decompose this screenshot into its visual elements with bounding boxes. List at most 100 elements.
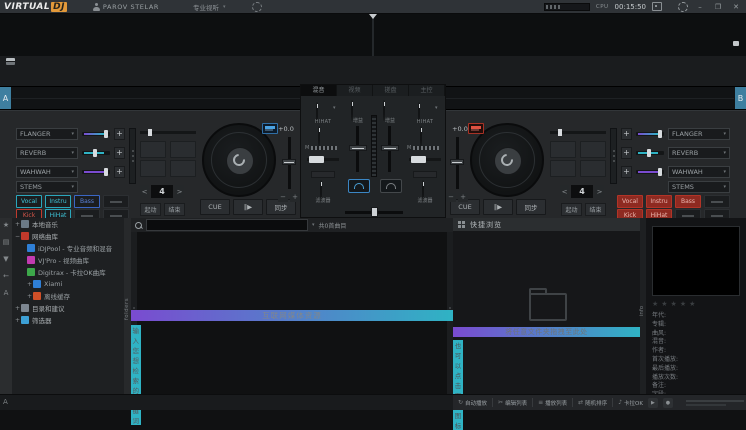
shortcuts-dropzone[interactable]: 将任意文件夹拖拽至此处 也可以点击下面图标 [453, 231, 640, 394]
deck-mini-slider[interactable] [550, 128, 606, 137]
fx-slot-2-slider[interactable] [82, 147, 110, 159]
fx-slot-2-dropdown[interactable]: REVERB ▾ [16, 147, 78, 159]
fx-slot-2-add-button[interactable]: + [621, 147, 632, 159]
option-dot-icon[interactable]: ● [663, 398, 673, 408]
waveform-panel[interactable] [0, 14, 746, 56]
perf-pad[interactable] [580, 160, 606, 177]
info-splitter[interactable]: info [640, 218, 646, 394]
stem-pad-vocal[interactable]: Vocal [16, 195, 42, 208]
loop-size-value[interactable]: 4 [571, 185, 593, 198]
fx-slot-1-dropdown[interactable]: FLANGER ▾ [16, 128, 78, 140]
aux-knob[interactable] [318, 126, 320, 147]
deck-side-handle[interactable] [129, 128, 136, 184]
play-pause-button[interactable]: ‖▶ [483, 199, 513, 215]
search-input[interactable] [146, 219, 308, 231]
shuffle-button[interactable]: ⇄随机排序 [578, 399, 607, 407]
wave-corner-icon[interactable] [733, 41, 739, 46]
perf-pad[interactable] [580, 141, 606, 158]
loop-in-button[interactable]: 起动 [140, 203, 161, 216]
tree-item-local-music[interactable]: + 本地音乐 [12, 218, 124, 230]
crossfader[interactable] [345, 207, 403, 217]
tab-master[interactable]: 主控 [409, 85, 445, 96]
chevron-down-icon[interactable]: ▾ [312, 222, 315, 228]
tab-video[interactable]: 视频 [337, 85, 373, 96]
sync-button[interactable]: 同步 [516, 199, 546, 215]
track-list-panel[interactable]: 互联网媒体资源 输入您想检索的关键词 [131, 232, 453, 394]
settings-gear-icon[interactable] [678, 2, 688, 12]
loop-out-button[interactable]: 结束 [164, 203, 185, 216]
fx-slot-3-add-button[interactable]: + [621, 166, 632, 178]
jog-wheel[interactable] [470, 123, 544, 197]
favorites-star-icon[interactable]: ★ [3, 221, 9, 229]
maximize-button[interactable]: ❐ [712, 1, 724, 13]
deck-a-tab[interactable]: A [0, 87, 11, 109]
loop-out-button[interactable]: 结束 [585, 203, 606, 216]
play-next-icon[interactable]: ▶ [648, 398, 658, 408]
pitch-plus-button[interactable]: + [458, 193, 468, 202]
automix-button[interactable]: ↻自动播放 [458, 399, 487, 407]
tree-item-filters[interactable]: + 筛选器 [12, 314, 124, 326]
back-arrow-icon[interactable]: ← [3, 272, 9, 280]
side-slider[interactable] [409, 155, 441, 165]
headphone-cue-button[interactable] [380, 179, 402, 193]
pitch-minus-button[interactable]: − [278, 193, 288, 202]
user-account-button[interactable]: PAROV STELAR [93, 3, 159, 11]
history-icon[interactable]: ▤ [3, 238, 10, 246]
stem-pad-instru[interactable]: Instru [646, 195, 672, 208]
deck-b-tab[interactable]: B [735, 87, 746, 109]
fx-slot-3-slider[interactable] [636, 166, 664, 178]
tab-mixer[interactable]: 混音 [301, 85, 337, 96]
loop-half-button[interactable]: < [560, 185, 569, 198]
record-icon[interactable] [652, 2, 662, 11]
volume-fader-thumb[interactable] [381, 145, 399, 151]
stem-pad-instru[interactable]: Instru [45, 195, 71, 208]
fx-slot-3-dropdown[interactable]: WAHWAH ▾ [16, 166, 78, 178]
fx-slot-1-add-button[interactable]: + [114, 128, 125, 140]
perf-pad[interactable] [140, 141, 166, 158]
font-size-icon[interactable]: A [3, 398, 8, 406]
volume-fader-thumb[interactable] [349, 145, 367, 151]
tree-item-xiami[interactable]: + Xiami [12, 278, 124, 290]
tree-item-folders-suggestions[interactable]: + 目录和建议 [12, 302, 124, 314]
deck-side-handle[interactable] [610, 128, 617, 184]
loop-in-button[interactable]: 起动 [561, 203, 582, 216]
stems-dropdown[interactable]: STEMS ▾ [16, 181, 78, 193]
edition-dropdown[interactable]: 专业视听 ▾ [193, 2, 226, 12]
fx-slot-1-slider[interactable] [636, 128, 664, 140]
tree-item-online-catalogs[interactable]: − 网络曲库 [12, 230, 124, 242]
headphone-cue-button[interactable] [348, 179, 370, 193]
deck-mini-slider[interactable] [140, 128, 196, 137]
fx-slot-1-slider[interactable] [82, 128, 110, 140]
loop-half-button[interactable]: < [140, 185, 149, 198]
perf-pad[interactable] [140, 160, 166, 177]
side-slider[interactable] [307, 155, 339, 165]
tree-item-digitrax[interactable]: Digitrax - 卡拉OK曲库 [12, 266, 124, 278]
pitch-plus-button[interactable]: + [290, 193, 300, 202]
wave-zoom-icon[interactable] [6, 58, 15, 65]
close-button[interactable]: ✕ [730, 1, 742, 13]
fx-slot-3-dropdown[interactable]: WAHWAH ▾ [668, 166, 730, 178]
chevron-down-icon[interactable]: ▾ [435, 105, 438, 111]
aux-knob[interactable] [420, 126, 422, 147]
filter-icon[interactable]: ▼ [3, 255, 8, 263]
tree-item-vjpro[interactable]: VJ'Pro - 视频曲库 [12, 254, 124, 266]
font-size-icon[interactable]: A [4, 289, 9, 297]
fx-slot-2-slider[interactable] [636, 147, 664, 159]
fx-slot-3-add-button[interactable]: + [114, 166, 125, 178]
perf-pad[interactable] [170, 160, 196, 177]
cue-button[interactable]: CUE [200, 199, 230, 215]
loop-double-button[interactable]: > [595, 185, 604, 198]
fx-slot-1-add-button[interactable]: + [621, 128, 632, 140]
pitch-minus-button[interactable]: − [446, 193, 456, 202]
help-icon[interactable] [252, 2, 262, 12]
stem-pad-empty[interactable] [103, 195, 129, 208]
stem-pad-empty[interactable] [704, 195, 730, 208]
rating-stars[interactable]: ★★★★★ [652, 300, 698, 308]
folders-splitter[interactable]: folders [124, 218, 131, 394]
chevron-down-icon[interactable]: ▾ [333, 105, 336, 111]
pitch-fader[interactable] [450, 137, 464, 189]
tree-item-offline-cache[interactable]: + 离线缓存 [12, 290, 124, 302]
jog-wheel[interactable] [202, 123, 276, 197]
fx-slot-3-slider[interactable] [82, 166, 110, 178]
karaoke-button[interactable]: ♪卡拉OK [618, 399, 643, 407]
